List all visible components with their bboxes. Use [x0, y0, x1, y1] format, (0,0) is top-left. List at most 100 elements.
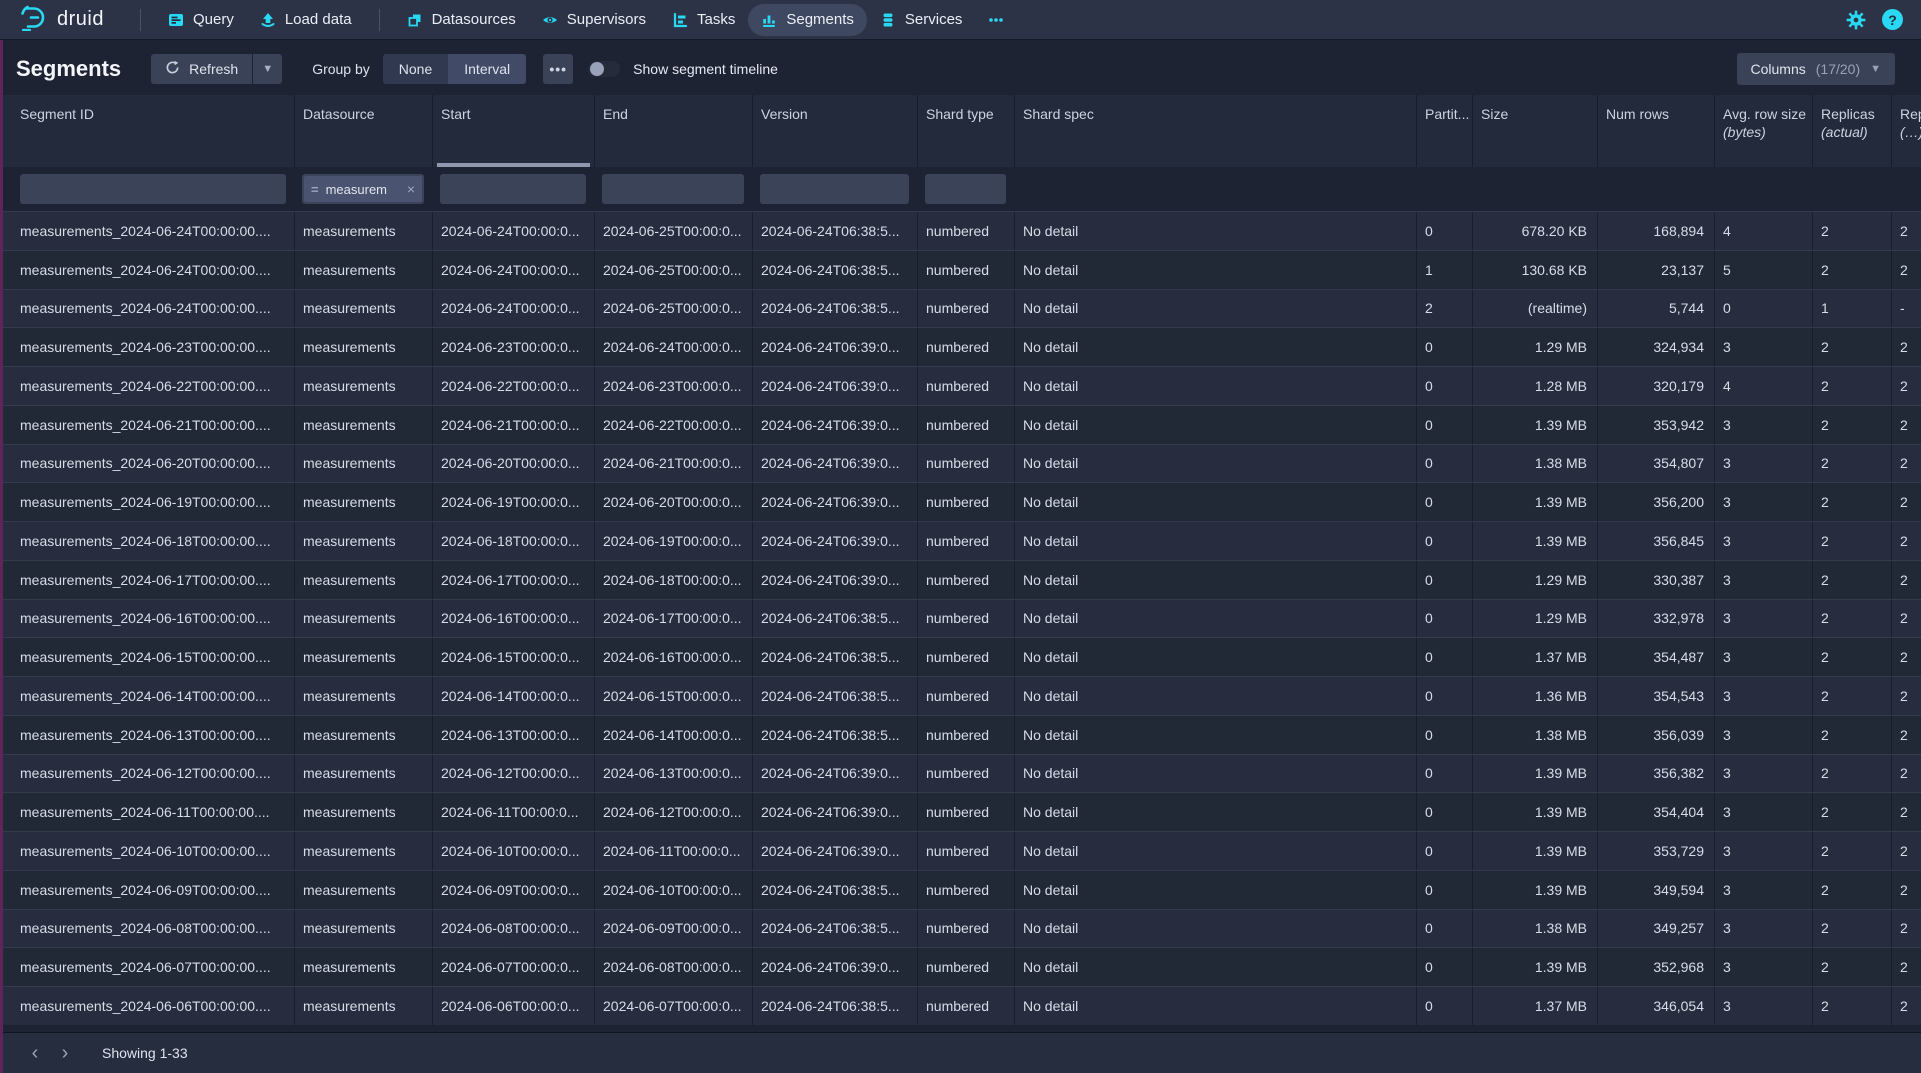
table-row[interactable]: measurements_2024-06-06T00:00:00....meas…	[0, 986, 1921, 1025]
cell-num_rows: 356,200	[1597, 483, 1714, 521]
cell-shard_spec: No detail	[1014, 755, 1416, 793]
filter-cell-start	[432, 167, 594, 211]
cell-size: 130.68 KB	[1472, 251, 1597, 289]
cell-num_rows: 349,594	[1597, 871, 1714, 909]
column-header-segment_id[interactable]: Segment ID	[0, 95, 294, 167]
table-row[interactable]: measurements_2024-06-16T00:00:00....meas…	[0, 599, 1921, 638]
cell-size: 1.29 MB	[1472, 561, 1597, 599]
nav-item-segments[interactable]: Segments	[748, 4, 867, 36]
filter-input-shard_type[interactable]	[925, 174, 1006, 204]
cell-partition: 0	[1416, 987, 1472, 1025]
refresh-options-button[interactable]: ▼	[253, 54, 282, 84]
nav-item-tasks[interactable]: Tasks	[659, 4, 748, 36]
column-header-size[interactable]: Size	[1472, 95, 1597, 167]
filter-input-segment_id[interactable]	[20, 174, 286, 204]
filter-input-version[interactable]	[760, 174, 909, 204]
cell-segment_id: measurements_2024-06-20T00:00:00....	[0, 445, 294, 483]
druid-logo[interactable]: druid	[18, 4, 104, 36]
cell-end: 2024-06-22T00:00:0...	[594, 406, 752, 444]
cell-avg_row_size: 3	[1714, 328, 1812, 366]
cell-replicas: 2	[1812, 871, 1891, 909]
nav-item-query[interactable]: Query	[155, 4, 247, 36]
cell-avg_row_size: 0	[1714, 290, 1812, 328]
table-row[interactable]: measurements_2024-06-08T00:00:00....meas…	[0, 909, 1921, 948]
filter-input-end[interactable]	[602, 174, 744, 204]
segment-timeline-toggle[interactable]	[588, 61, 620, 77]
cell-end: 2024-06-11T00:00:0...	[594, 832, 752, 870]
cell-shard_spec: No detail	[1014, 871, 1416, 909]
table-row[interactable]: measurements_2024-06-11T00:00:00....meas…	[0, 792, 1921, 831]
column-header-start[interactable]: Start	[432, 95, 594, 167]
cell-replicas: 2	[1812, 445, 1891, 483]
datasource-filter[interactable]: =measurem×	[302, 174, 424, 204]
columns-button[interactable]: Columns (17/20) ▼	[1737, 53, 1896, 85]
settings-gear-icon[interactable]	[1846, 10, 1866, 30]
cell-segment_id: measurements_2024-06-16T00:00:00....	[0, 600, 294, 638]
caret-down-icon: ▼	[262, 63, 273, 75]
column-header-end[interactable]: End	[594, 95, 752, 167]
remove-filter-icon[interactable]: ×	[407, 181, 415, 197]
cell-replicas: 2	[1812, 406, 1891, 444]
table-row[interactable]: measurements_2024-06-15T00:00:00....meas…	[0, 637, 1921, 676]
table-row[interactable]: measurements_2024-06-24T00:00:00....meas…	[0, 250, 1921, 289]
refresh-button[interactable]: Refresh	[151, 54, 252, 84]
column-header-replicas[interactable]: Replicas(actual)	[1812, 95, 1891, 167]
next-page-icon[interactable]: ›	[50, 1038, 80, 1068]
table-row[interactable]: measurements_2024-06-22T00:00:00....meas…	[0, 366, 1921, 405]
table-row[interactable]: measurements_2024-06-13T00:00:00....meas…	[0, 715, 1921, 754]
cell-end: 2024-06-08T00:00:0...	[594, 948, 752, 986]
columns-count: (17/20)	[1816, 61, 1860, 77]
table-row[interactable]: measurements_2024-06-23T00:00:00....meas…	[0, 327, 1921, 366]
table-row[interactable]: measurements_2024-06-14T00:00:00....meas…	[0, 676, 1921, 715]
cell-num_rows: 356,845	[1597, 522, 1714, 560]
column-header-num_rows[interactable]: Num rows	[1597, 95, 1714, 167]
cell-end: 2024-06-19T00:00:0...	[594, 522, 752, 560]
group-by-interval-button[interactable]: Interval	[448, 54, 526, 84]
columns-label: Columns	[1751, 61, 1806, 77]
column-header-datasource[interactable]: Datasource	[294, 95, 432, 167]
cell-start: 2024-06-13T00:00:0...	[432, 716, 594, 754]
more-options-button[interactable]: •••	[543, 54, 573, 84]
datasource-filter-chip[interactable]: =measurem×	[304, 176, 422, 202]
cell-size: 1.39 MB	[1472, 522, 1597, 560]
column-header-shard_type[interactable]: Shard type	[917, 95, 1014, 167]
cell-replication_factor: -	[1891, 290, 1921, 328]
cell-avg_row_size: 3	[1714, 445, 1812, 483]
cell-version: 2024-06-24T06:38:5...	[752, 987, 917, 1025]
column-header-shard_spec[interactable]: Shard spec	[1014, 95, 1416, 167]
cell-partition: 0	[1416, 910, 1472, 948]
filter-input-start[interactable]	[440, 174, 586, 204]
prev-page-icon[interactable]: ‹	[20, 1038, 50, 1068]
help-icon[interactable]: ?	[1882, 9, 1903, 30]
table-row[interactable]: measurements_2024-06-24T00:00:00....meas…	[0, 289, 1921, 328]
cell-size: 1.28 MB	[1472, 367, 1597, 405]
column-header-replication_factor[interactable]: Replication factor(…)	[1891, 95, 1921, 167]
nav-item-supervisors[interactable]: Supervisors	[529, 4, 659, 36]
table-row[interactable]: measurements_2024-06-19T00:00:00....meas…	[0, 482, 1921, 521]
nav-item-load-data[interactable]: Load data	[247, 4, 365, 36]
column-header-avg_row_size[interactable]: Avg. row size(bytes)	[1714, 95, 1812, 167]
table-row[interactable]: measurements_2024-06-10T00:00:00....meas…	[0, 831, 1921, 870]
group-by-none-button[interactable]: None	[383, 54, 448, 84]
table-row[interactable]: measurements_2024-06-24T00:00:00....meas…	[0, 211, 1921, 250]
table-row[interactable]: measurements_2024-06-18T00:00:00....meas…	[0, 521, 1921, 560]
table-row[interactable]: measurements_2024-06-07T00:00:00....meas…	[0, 947, 1921, 986]
nav-item-more[interactable]	[975, 4, 1017, 36]
table-row[interactable]: measurements_2024-06-12T00:00:00....meas…	[0, 754, 1921, 793]
column-header-version[interactable]: Version	[752, 95, 917, 167]
nav-item-datasources[interactable]: Datasources	[394, 4, 529, 36]
cell-replicas: 2	[1812, 328, 1891, 366]
cell-replicas: 2	[1812, 212, 1891, 250]
table-row[interactable]: measurements_2024-06-20T00:00:00....meas…	[0, 444, 1921, 483]
table-row[interactable]: measurements_2024-06-17T00:00:00....meas…	[0, 560, 1921, 599]
nav-item-services[interactable]: Services	[867, 4, 976, 36]
column-header-partition[interactable]: Partit...	[1416, 95, 1472, 167]
table-row[interactable]: measurements_2024-06-09T00:00:00....meas…	[0, 870, 1921, 909]
group-by-segmented-control: None Interval	[383, 54, 526, 84]
cell-version: 2024-06-24T06:39:0...	[752, 793, 917, 831]
cell-replication_factor: 2	[1891, 406, 1921, 444]
cell-shard_spec: No detail	[1014, 677, 1416, 715]
cell-num_rows: 330,387	[1597, 561, 1714, 599]
cell-datasource: measurements	[294, 948, 432, 986]
table-row[interactable]: measurements_2024-06-21T00:00:00....meas…	[0, 405, 1921, 444]
